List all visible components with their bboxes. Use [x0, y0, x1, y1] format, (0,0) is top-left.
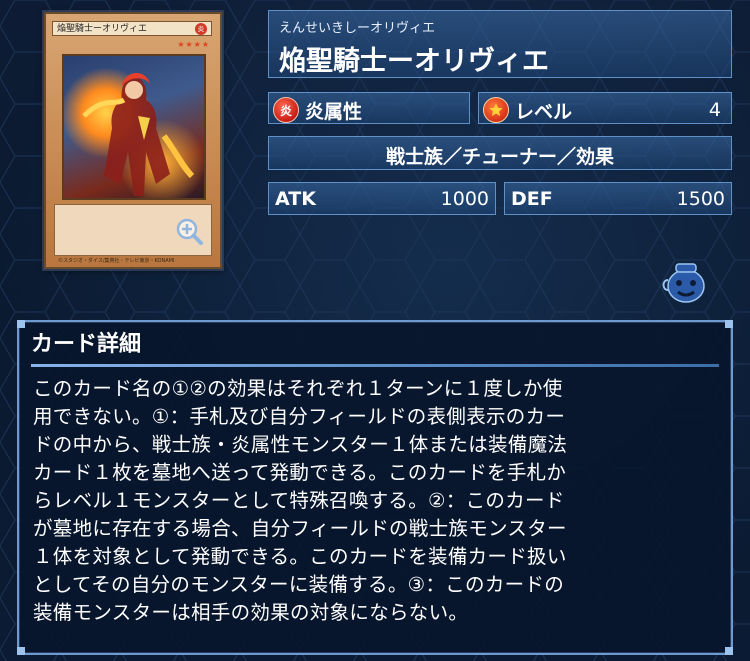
atk-value: 1000 — [440, 188, 489, 210]
corner-decoration — [725, 647, 733, 655]
card-text-area — [54, 204, 212, 256]
atk-label: ATK — [275, 188, 316, 210]
card-image-level-stars: ★★★★ — [177, 40, 210, 49]
details-heading: カード詳細 — [31, 332, 142, 357]
card-image-attribute-icon: 炎 — [195, 23, 207, 35]
card-effect-text: このカード名の①②の効果はそれぞれ１ターンに１度しか使 用できない。①：手札及び… — [33, 375, 721, 627]
card-image[interactable]: 焔聖騎士ーオリヴィエ 炎 ★★★★ ©スタジオ・ダイス/集英社・テレビ東京・KO… — [44, 12, 222, 269]
effect-line: カード１枚を墓地へ送って発動できる。このカードを手札か — [33, 461, 567, 484]
card-furigana: えんせいきしーオリヴィエ — [279, 21, 436, 36]
attribute-panel: 炎 炎属性 — [268, 92, 470, 124]
card-type: 戦士族／チューナー／効果 — [385, 146, 614, 168]
effect-line: ドの中から、戦士族・炎属性モンスター１体または装備魔法 — [33, 433, 568, 456]
card-name: 焔聖騎士ーオリヴィエ — [279, 46, 549, 77]
card-name-panel: えんせいきしーオリヴィエ 焔聖騎士ーオリヴィエ — [268, 10, 732, 78]
type-panel: 戦士族／チューナー／効果 — [268, 136, 732, 170]
attribute-label: 炎属性 — [305, 101, 363, 123]
effect-line: 装備モンスターは相手の効果の対象にならない。 — [33, 601, 469, 624]
details-divider — [31, 364, 719, 367]
level-star-icon — [483, 97, 509, 123]
card-copyright: ©スタジオ・ダイス/集英社・テレビ東京・KONAMI — [58, 258, 175, 264]
fire-attribute-icon: 炎 — [273, 97, 299, 123]
effect-line: らレベル１モンスターとして特殊召喚する。②：このカード — [33, 489, 565, 512]
effect-line: １体を対象として発動できる。このカードを装備カード扱い — [33, 545, 567, 568]
effect-line: 用できない。①：手札及び自分フィールドの表側表示のカー — [33, 405, 566, 428]
corner-decoration — [725, 320, 733, 328]
def-value: 1500 — [676, 188, 725, 210]
magnify-plus-icon[interactable] — [175, 217, 203, 245]
def-panel: DEF 1500 — [504, 182, 732, 215]
corner-decoration — [17, 647, 25, 655]
card-image-name-bar: 焔聖騎士ーオリヴィエ 炎 — [52, 21, 212, 36]
level-value: 4 — [708, 99, 721, 121]
level-label: レベル — [515, 101, 573, 123]
pot-of-greed-icon[interactable] — [662, 258, 710, 304]
card-image-name: 焔聖騎士ーオリヴィエ — [57, 24, 148, 34]
atk-panel: ATK 1000 — [268, 182, 496, 215]
effect-line: が墓地に存在する場合、自分フィールドの戦士族モンスター — [33, 517, 567, 540]
card-artwork — [62, 54, 206, 200]
card-artwork-illustration — [82, 72, 195, 196]
level-panel: レベル 4 — [478, 92, 732, 124]
card-details-panel: カード詳細 このカード名の①②の効果はそれぞれ１ターンに１度しか使 用できない。… — [17, 320, 733, 655]
effect-line: このカード名の①②の効果はそれぞれ１ターンに１度しか使 — [33, 377, 563, 400]
effect-line: としてその自分のモンスターに装備する。③：このカードの — [33, 573, 565, 596]
def-label: DEF — [511, 188, 553, 210]
corner-decoration — [17, 320, 25, 328]
